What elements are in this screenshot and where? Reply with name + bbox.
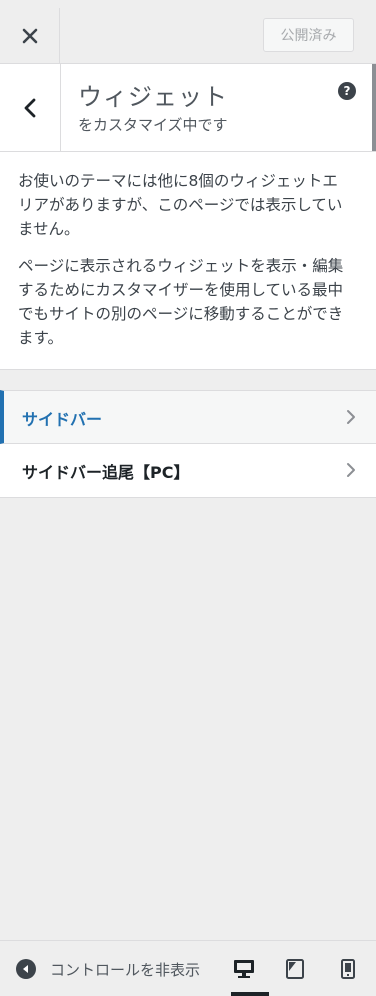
description-paragraph: お使いのテーマには他に8個のウィジェットエリアがありますが、このページでは表示し…: [18, 172, 343, 238]
customizer-footer: コントロールを非表示: [0, 940, 376, 996]
widget-area-sidebar-follow-pc[interactable]: サイドバー追尾【PC】: [0, 444, 376, 498]
chevron-right-icon: [347, 463, 355, 477]
section-description: お使いのテーマには他に8個のウィジェットエリアがありますが、このページでは表示し…: [0, 152, 376, 370]
customizer-header: 公開済み: [0, 8, 376, 64]
section-title: ウィジェット: [78, 84, 228, 111]
arrow-left-circle-icon: [16, 959, 36, 979]
selected-device-indicator: [231, 992, 269, 996]
mobile-icon: [341, 959, 355, 979]
tablet-icon: [286, 959, 304, 979]
widget-area-label: サイドバー追尾【PC】: [22, 463, 190, 482]
description-paragraph: ページに表示されるウィジェットを表示・編集するためにカスタマイザーを使用している…: [18, 257, 344, 347]
hide-controls-label: コントロールを非表示: [50, 960, 201, 979]
close-customizer-button[interactable]: [0, 8, 60, 63]
chevron-left-icon: [24, 98, 36, 117]
widget-area-label: サイドバー: [22, 410, 103, 429]
help-icon[interactable]: ?: [338, 82, 356, 100]
hide-controls-button[interactable]: コントロールを非表示: [16, 957, 212, 981]
publish-button[interactable]: 公開済み: [263, 18, 354, 52]
mobile-preview-button[interactable]: [336, 957, 360, 981]
tablet-preview-button[interactable]: [283, 957, 307, 981]
desktop-preview-button[interactable]: [232, 957, 256, 981]
close-icon: [22, 28, 37, 43]
widget-area-list: サイドバー サイドバー追尾【PC】: [0, 390, 376, 498]
back-button[interactable]: [0, 64, 61, 151]
section-subtitle: をカスタマイズ中です: [78, 116, 228, 134]
section-header: ウィジェット をカスタマイズ中です ?: [0, 64, 376, 152]
widget-area-sidebar[interactable]: サイドバー: [0, 390, 376, 444]
desktop-icon: [234, 960, 254, 978]
section-accent-bar: [372, 64, 376, 151]
chevron-right-icon: [347, 410, 355, 424]
